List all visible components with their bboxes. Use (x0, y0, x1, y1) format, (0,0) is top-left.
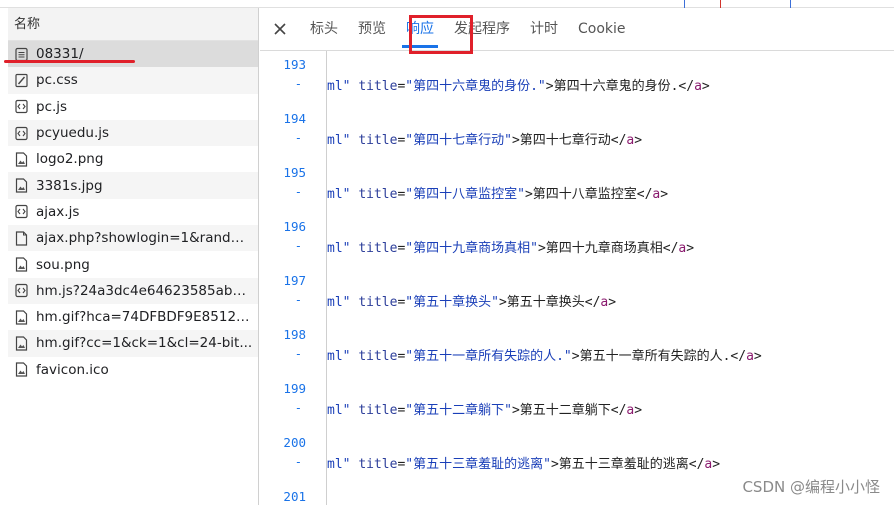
tab-cookies[interactable]: Cookie (568, 8, 636, 51)
line-fold-dash: - (294, 455, 302, 469)
request-name: ajax.php?showlogin=1&rand=... (36, 230, 254, 247)
request-row[interactable]: pcyuedu.js (8, 119, 258, 147)
request-name: ajax.js (36, 203, 80, 220)
image-file-icon (14, 257, 28, 273)
line-number: 200 (283, 435, 306, 450)
code-line: ml" title="第五十二章躺下">第五十二章躺下</a> (327, 403, 643, 418)
request-row[interactable]: pc.css (8, 67, 258, 94)
line-number: 195 (283, 165, 306, 180)
code-lines: ml" title="第四十六章鬼的身份.">第四十六章鬼的身份.</a> ml"… (327, 51, 894, 505)
request-row[interactable]: favicon.ico (8, 356, 258, 383)
line-number: 193 (283, 57, 306, 72)
request-row[interactable]: ajax.php?showlogin=1&rand=... (8, 225, 258, 252)
request-name: pcyuedu.js (36, 125, 110, 142)
request-row[interactable]: 3381s.jpg (8, 172, 258, 199)
image-file-icon (14, 178, 28, 194)
line-fold-dash: - (294, 185, 302, 199)
code-line: ml" title="第四十八章监控室">第四十八章监控室</a> (327, 187, 669, 202)
line-number: 199 (283, 381, 306, 396)
line-fold-dash: - (294, 401, 302, 415)
tab-preview[interactable]: 预览 (348, 8, 396, 51)
code-line: ml" title="第四十九章商场真相">第四十九章商场真相</a> (327, 241, 695, 256)
request-name: favicon.ico (36, 361, 109, 378)
request-name: sou.png (36, 256, 90, 273)
line-fold-dash: - (294, 347, 302, 361)
code-line: ml" title="第四十七章行动">第四十七章行动</a> (327, 133, 643, 148)
image-file-icon (14, 362, 28, 378)
code-line: ml" title="第五十一章所有失踪的人.">第五十一章所有失踪的人.</a… (327, 349, 762, 364)
image-file-icon (14, 309, 28, 325)
request-detail-panel: 标头 预览 响应 发起程序 计时 Cookie 193 - 194 - 195 - 196 -… (260, 8, 894, 505)
request-row[interactable]: hm.js?24a3dc4e64623585ab7f... (8, 277, 258, 304)
request-row[interactable]: ajax.js (8, 198, 258, 226)
request-list: 08331/pc.css pc.js pcyuedu.js logo2.png 3381… (8, 41, 258, 383)
image-file-icon (14, 335, 28, 351)
script-icon (14, 204, 28, 220)
timeline-marker (790, 0, 791, 8)
timeline-marker (684, 0, 685, 8)
image-file-icon (14, 151, 28, 167)
request-row[interactable]: logo2.png (8, 146, 258, 173)
request-row[interactable]: 08331/ (8, 41, 258, 68)
code-line: ml" title="第五十章换头">第五十章换头</a> (327, 295, 617, 310)
line-number: 197 (283, 273, 306, 288)
close-icon[interactable] (260, 8, 300, 51)
detail-tabs: 标头 预览 响应 发起程序 计时 Cookie (260, 8, 894, 54)
timeline-marker (720, 0, 721, 8)
request-row[interactable]: hm.gif?cc=1&ck=1&cl=24-bit... (8, 330, 258, 357)
line-fold-dash: - (294, 131, 302, 145)
red-annotation-box (409, 15, 473, 54)
line-number-gutter: 193 - 194 - 195 - 196 - 197 - 198 - 199 - 200 - 201 (260, 51, 327, 505)
request-name: hm.gif?cc=1&ck=1&cl=24-bit... (36, 335, 253, 352)
code-line: ml" title="第五十三章羞耻的逃离">第五十三章羞耻的逃离</a> (327, 457, 721, 472)
line-number: 194 (283, 111, 306, 126)
request-name: pc.css (36, 72, 78, 89)
request-row[interactable]: hm.gif?hca=74DFBDF9E85129... (8, 303, 258, 331)
line-number: 196 (283, 219, 306, 234)
request-name: pc.js (36, 98, 68, 115)
request-row[interactable]: pc.js (8, 93, 258, 120)
script-icon (14, 125, 28, 141)
file-icon (14, 230, 28, 246)
line-fold-dash: - (294, 239, 302, 253)
script-icon (14, 99, 28, 115)
code-line: ml" title="第四十六章鬼的身份.">第四十六章鬼的身份.</a> (327, 79, 710, 94)
line-fold-dash: - (294, 77, 302, 91)
request-name: 3381s.jpg (36, 177, 103, 194)
red-annotation-underline (4, 60, 135, 63)
request-list-panel: 名称 08331/pc.css pc.js pcyuedu.js logo2.png 3… (8, 8, 259, 505)
request-name: hm.js?24a3dc4e64623585ab7f... (36, 282, 254, 299)
response-code-viewer[interactable]: 193 - 194 - 195 - 196 - 197 - 198 - 199 - 200 - 201 ml" … (260, 51, 894, 505)
line-number: 201 (283, 489, 306, 504)
request-name: hm.gif?hca=74DFBDF9E85129... (36, 309, 254, 326)
line-fold-dash: - (294, 293, 302, 307)
tab-headers[interactable]: 标头 (300, 8, 348, 51)
name-column-header[interactable]: 名称 (8, 8, 258, 41)
line-number: 198 (283, 327, 306, 342)
request-name: logo2.png (36, 151, 104, 168)
script-icon (14, 283, 28, 299)
css-icon (14, 72, 28, 88)
watermark: CSDN @编程小小怪 (742, 478, 880, 496)
request-row[interactable]: sou.png (8, 251, 258, 278)
tab-timing[interactable]: 计时 (520, 8, 568, 51)
